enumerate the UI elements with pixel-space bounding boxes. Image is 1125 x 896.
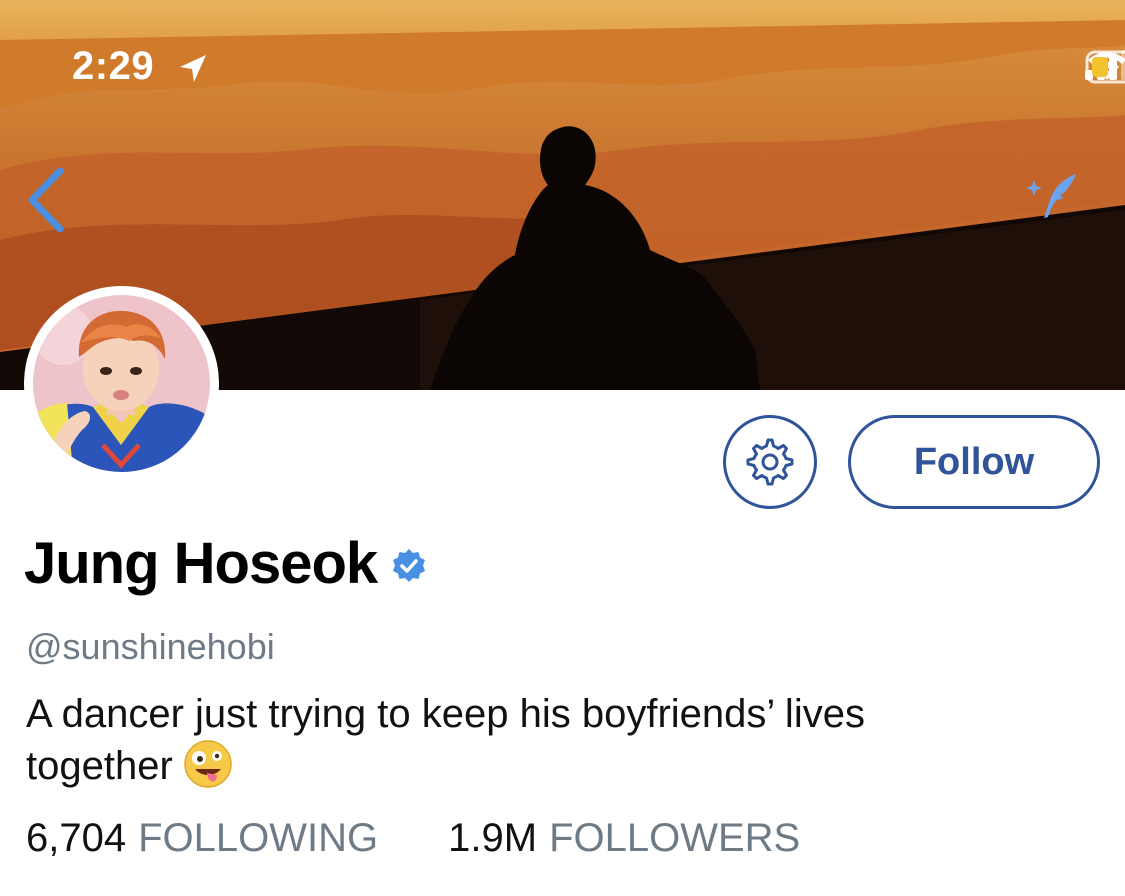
location-arrow-icon — [180, 55, 206, 82]
following-label: FOLLOWING — [138, 816, 379, 860]
profile-settings-button[interactable] — [723, 415, 817, 509]
status-time: 2:29 — [72, 44, 155, 88]
quill-sparkle-icon — [1026, 174, 1076, 218]
following-stat[interactable]: 6,704 FOLLOWING — [26, 816, 378, 861]
battery-icon — [1085, 50, 1125, 84]
profile-handle: @sunshinehobi — [26, 626, 275, 667]
gear-icon — [746, 438, 794, 486]
back-button[interactable] — [22, 165, 72, 235]
following-count: 6,704 — [26, 816, 127, 860]
followers-stat[interactable]: 1.9M FOLLOWERS — [448, 816, 800, 861]
profile-avatar[interactable] — [24, 286, 219, 481]
display-name: Jung Hoseok — [24, 531, 378, 596]
followers-label: FOLLOWERS — [549, 816, 801, 860]
avatar-portrait — [33, 295, 210, 472]
avatar-image — [33, 295, 210, 472]
display-name-row: Jung Hoseok — [24, 530, 427, 597]
bio-line-1: A dancer just trying to keep his boyfrie… — [26, 692, 865, 736]
chevron-left-icon — [28, 167, 64, 233]
profile-stats: 6,704 FOLLOWING 1.9M FOLLOWERS — [26, 816, 800, 861]
bio-line-2-text: together — [26, 744, 173, 788]
profile-bio: A dancer just trying to keep his boyfrie… — [26, 688, 1086, 792]
bio-line-2: together — [26, 740, 1086, 792]
followers-count: 1.9M — [448, 816, 538, 860]
follow-button[interactable]: Follow — [848, 415, 1100, 509]
zany-face-emoji-icon — [184, 740, 232, 789]
verified-badge-icon — [393, 548, 426, 582]
compose-tweet-button[interactable] — [1024, 170, 1084, 220]
